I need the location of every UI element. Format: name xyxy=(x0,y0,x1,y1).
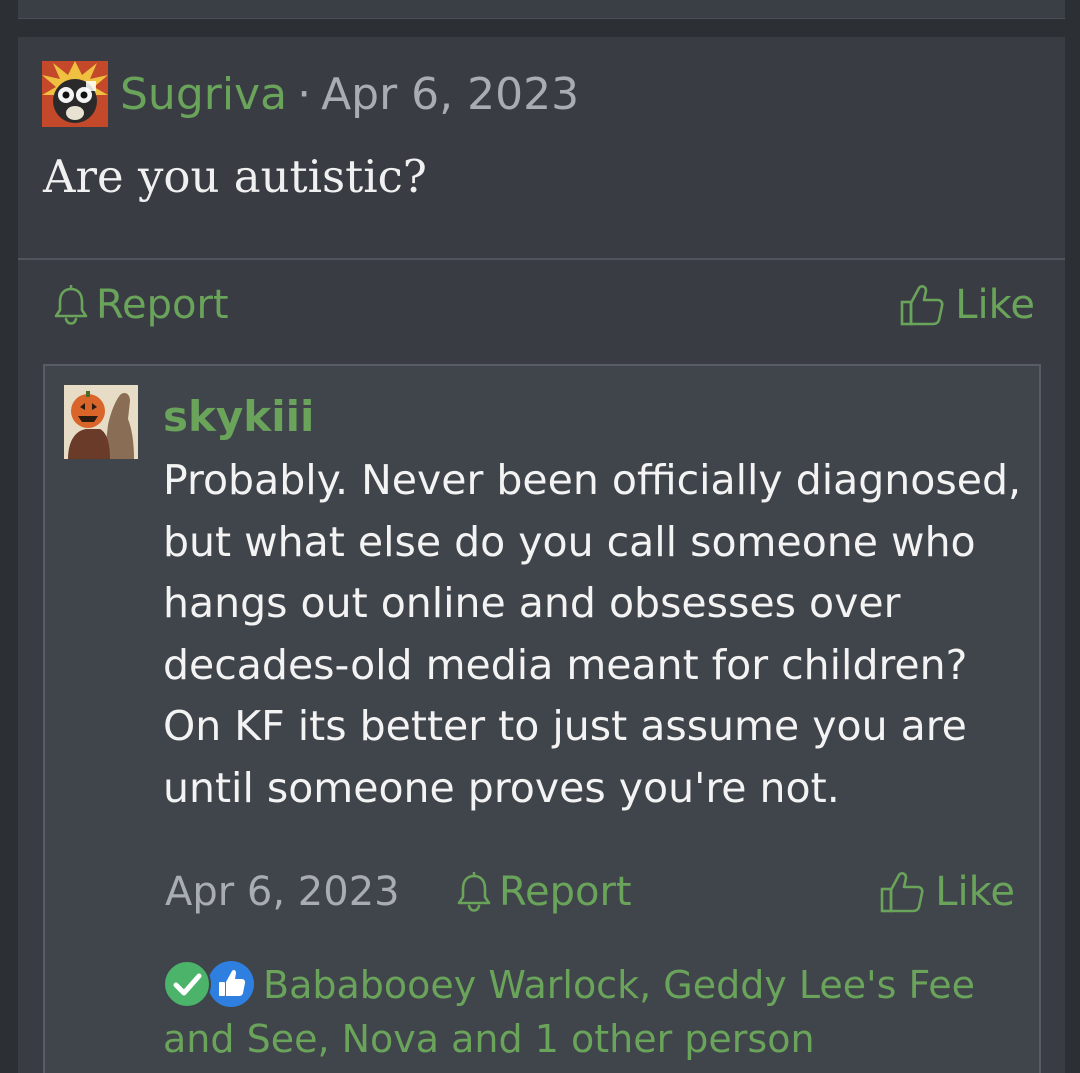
post-author[interactable]: Sugriva xyxy=(120,69,287,120)
bell-icon xyxy=(457,872,491,912)
report-button[interactable]: Report xyxy=(52,282,229,328)
reply-like-label: Like xyxy=(935,869,1015,915)
reply-report-button[interactable]: Report xyxy=(455,869,632,915)
like-button[interactable]: Like xyxy=(899,282,1035,328)
reactions-text[interactable]: Bababooey Warlock, Geddy Lee's Fee and S… xyxy=(163,963,975,1061)
post: Sugriva · Apr 6, 2023 Are you autistic? … xyxy=(18,37,1065,1073)
bell-icon xyxy=(54,285,88,325)
like-label: Like xyxy=(955,282,1035,328)
previous-post-edge xyxy=(18,0,1065,19)
reply-report-label: Report xyxy=(499,869,632,915)
reply-date[interactable]: Apr 6, 2023 xyxy=(165,869,400,915)
post-body: Are you autistic? xyxy=(43,150,427,203)
checkmark-reaction-icon xyxy=(163,960,211,1008)
thumbs-up-outline-icon xyxy=(900,285,944,326)
post-header: Sugriva · Apr 6, 2023 xyxy=(42,61,579,127)
reply-text: Probably. Never been officially diagnose… xyxy=(163,456,1021,812)
thumbs-up-outline-icon xyxy=(880,872,924,913)
skykiii-avatar[interactable] xyxy=(64,385,138,459)
report-label: Report xyxy=(96,282,229,328)
thumbs-up-reaction-icon xyxy=(208,961,254,1007)
quoted-reply: skykiii Probably. Never been officially … xyxy=(43,364,1041,1073)
header-separator: · xyxy=(297,68,312,120)
reaction-icons xyxy=(163,960,255,1008)
reply-author[interactable]: skykiii xyxy=(163,392,314,441)
sugriva-avatar[interactable] xyxy=(42,61,108,127)
reply-like-button[interactable]: Like xyxy=(879,869,1015,915)
post-date[interactable]: Apr 6, 2023 xyxy=(321,69,579,120)
reactions-summary[interactable]: Bababooey Warlock, Geddy Lee's Fee and S… xyxy=(163,958,1023,1066)
divider xyxy=(18,258,1065,260)
